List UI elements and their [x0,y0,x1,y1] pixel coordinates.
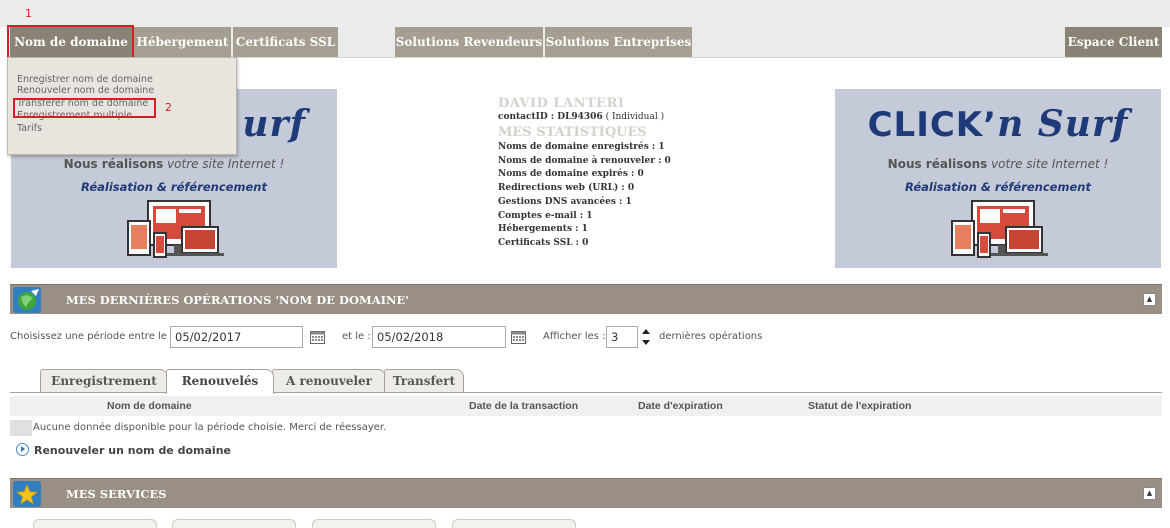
annotation-marker-1: 1 [25,7,32,20]
show-label: Afficher les : [543,331,606,342]
stats-heading: MES STATISTIQUES [498,125,647,140]
empty-cell [10,420,32,436]
collapse-toggle-icon[interactable]: ▲ [1143,293,1156,306]
calendar-icon[interactable] [511,330,526,344]
services-title: MES SERVICES [66,487,167,501]
nav-hosting[interactable]: Hébergement [134,27,231,57]
operations-section-header: MES DERNIÈRES OPÉRATIONS 'NOM DE DOMAINE… [10,284,1162,314]
last-operations-label: dernières opérations [659,331,763,342]
annotation-marker-2: 2 [165,101,172,114]
banner-tagline: Nous réalisons votre site Internet ! [887,157,1109,171]
operations-table-header: Nom de domaine Date de la transaction Da… [10,396,1162,416]
highlight-box-2 [13,98,156,118]
tab-to-renew[interactable]: A renouveler [272,369,386,392]
tab-registration[interactable]: Enregistrement [40,369,168,392]
banner-subtagline: Réalisation & référencement [81,180,267,194]
operations-tabs: Enregistrement Renouvelés A renouveler T… [10,369,1162,394]
top-strip [0,0,1170,27]
date-from-input[interactable]: 05/02/2017 [170,326,303,348]
contact-id: contactID : DL94306 ( Individual ) [498,112,665,122]
stat-line: Noms de domaine à renouveler : 0 [498,155,671,166]
stat-line: Comptes e-mail : 1 [498,210,593,221]
stat-line: Noms de domaine expirés : 0 [498,169,644,180]
promo-banner-right: CLICK’n Surf Nous réalisons votre site I… [835,89,1161,268]
date-to-input[interactable]: 05/02/2018 [372,326,506,348]
play-arrow-icon [16,443,29,456]
renew-domain-link[interactable]: Renouveler un nom de domaine [16,443,231,459]
devices-illustration-icon [951,200,1048,258]
banner-subtagline: Réalisation & référencement [905,180,1091,194]
services-section-header: MES SERVICES ▲ [10,478,1162,508]
nav-client-area[interactable]: Espace Client [1065,27,1162,57]
empty-message: Aucune donnée disponible pour la période… [33,422,387,433]
stat-line: Redirections web (URL) : 0 [498,183,635,194]
menu-item-renew-domain[interactable]: Renouveler nom de domaine [8,84,236,98]
tab-renewed[interactable]: Renouvelés [166,369,274,394]
period-label: Choisissez une période entre le : [10,331,174,342]
calendar-icon[interactable] [310,330,325,344]
column-header[interactable]: Nom de domaine [107,400,192,412]
stat-line: Gestions DNS avancées : 1 [498,196,632,207]
column-header[interactable]: Date de la transaction [469,400,578,412]
and-label: et le : [342,331,371,342]
main-navbar: Nom de domaine Hébergement Certificats S… [8,27,1162,58]
column-header[interactable]: Date d'expiration [638,400,723,412]
count-stepper-icon[interactable] [641,327,651,347]
stat-line: Noms de domaine enregistrés : 1 [498,142,665,152]
account-name: DAVID LANTERI [498,96,625,111]
nav-enterprise[interactable]: Solutions Entreprises [545,27,692,57]
stat-line: Hébergements : 1 [498,224,588,235]
nav-ssl[interactable]: Certificats SSL [233,27,338,57]
globe-icon [13,287,41,313]
column-header[interactable]: Statut de l'expiration [808,400,911,412]
operations-title: MES DERNIÈRES OPÉRATIONS 'NOM DE DOMAINE… [66,293,409,307]
nav-resellers[interactable]: Solutions Revendeurs [395,27,543,57]
star-icon [13,481,41,507]
table-empty-row: Aucune donnée disponible pour la période… [10,420,1162,436]
collapse-toggle-icon[interactable]: ▲ [1143,487,1156,500]
devices-illustration-icon [127,200,224,258]
account-stats: DAVID LANTERI contactID : DL94306 ( Indi… [498,96,758,251]
banner-brand: CLICK’n Surf [867,103,1129,145]
tab-transfer[interactable]: Transfert [384,369,464,392]
operations-count-input[interactable]: 3 [606,326,638,348]
menu-item-pricing[interactable]: Tarifs [8,122,236,136]
banner-tagline: Nous réalisons votre site Internet ! [63,157,285,171]
stat-line: Certificats SSL : 0 [498,237,589,248]
renew-domain-link-label: Renouveler un nom de domaine [34,444,231,457]
